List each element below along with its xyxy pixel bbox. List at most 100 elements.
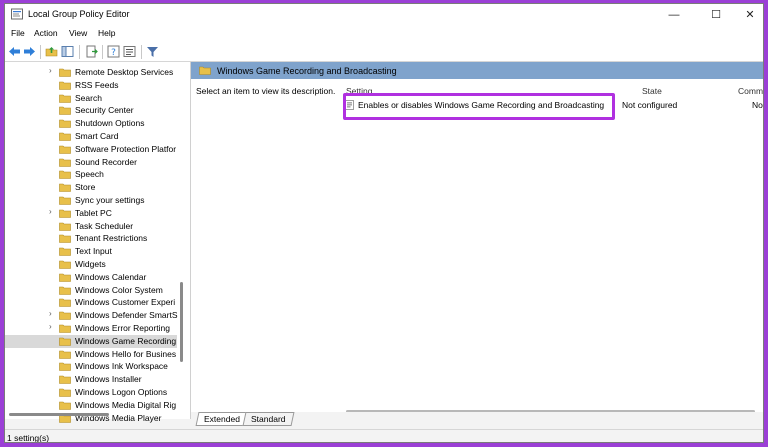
tree-item[interactable]: Speech: [5, 168, 177, 181]
tree-item-label: Windows Installer: [75, 374, 142, 385]
properties-icon[interactable]: [123, 45, 136, 58]
folder-icon: [59, 311, 71, 320]
folder-icon: [59, 94, 71, 103]
tree-item[interactable]: Windows Installer: [5, 373, 177, 386]
chevron-right-icon[interactable]: ›: [49, 207, 52, 216]
tree-item-label: Smart Card: [75, 131, 119, 141]
tree-item[interactable]: Search: [5, 92, 177, 105]
tree-item-label: Sound Recorder: [75, 156, 137, 167]
tree-item-label: Windows Defender SmartS: [75, 310, 178, 321]
back-icon[interactable]: [8, 45, 21, 58]
status-bar: 1 setting(s): [5, 429, 763, 443]
tree-item[interactable]: Windows Media Digital Rig: [5, 399, 177, 412]
folder-icon: [59, 299, 71, 308]
folder-icon: [59, 196, 71, 205]
folder-icon: [59, 145, 71, 154]
minimize-button[interactable]: —: [656, 4, 692, 25]
tree-item-label: Tenant Restrictions: [75, 233, 148, 244]
tree-item[interactable]: Widgets: [5, 258, 177, 271]
tree-item[interactable]: Windows Calendar: [5, 271, 177, 284]
chevron-right-icon[interactable]: ›: [49, 309, 52, 318]
menu-bar: File Action View Help: [5, 25, 763, 42]
filter-icon[interactable]: [146, 45, 159, 58]
close-button[interactable]: ✕: [732, 4, 763, 25]
folder-icon: [59, 363, 71, 372]
toolbar: ?: [5, 42, 763, 62]
tab-standard[interactable]: Standard: [242, 412, 294, 426]
tree-item[interactable]: › Tablet PC: [5, 207, 177, 220]
tree-item[interactable]: Sound Recorder: [5, 156, 177, 169]
tree-item[interactable]: Windows Ink Workspace: [5, 360, 177, 373]
folder-icon: [59, 375, 71, 384]
tree-item[interactable]: RSS Feeds: [5, 79, 177, 92]
tree-item[interactable]: › Remote Desktop Services: [5, 66, 177, 79]
details-pane: Windows Game Recording and Broadcasting …: [191, 62, 763, 419]
tree-pane: › Remote Desktop Services RSS Feeds Search S…: [5, 62, 191, 423]
tree-item[interactable]: Security Center: [5, 104, 177, 117]
status-text: 1 setting(s): [7, 433, 50, 443]
tree-item[interactable]: Windows Hello for Busines: [5, 348, 177, 361]
group-policy-app-icon: [11, 8, 23, 20]
tree-item[interactable]: › Windows Error Reporting: [5, 322, 177, 335]
tree-item-label: Shutdown Options: [75, 118, 145, 129]
tree-item[interactable]: Windows Color System: [5, 284, 177, 297]
column-header-comment[interactable]: Comm: [738, 86, 763, 96]
tree-item[interactable]: Task Scheduler: [5, 220, 177, 233]
tree-item-label: Windows Calendar: [75, 271, 147, 282]
menu-help[interactable]: Help: [98, 28, 115, 38]
forward-icon[interactable]: [23, 45, 36, 58]
tree-horizontal-scroll-thumb[interactable]: [9, 413, 109, 416]
tree-item-label: Text Input: [75, 246, 112, 257]
folder-icon: [59, 324, 71, 333]
tree-item[interactable]: Tenant Restrictions: [5, 232, 177, 245]
tree-scroll-thumb[interactable]: [180, 282, 183, 362]
tab-extended[interactable]: Extended: [195, 412, 249, 426]
tree-item[interactable]: Shutdown Options: [5, 117, 177, 130]
maximize-button[interactable]: ☐: [698, 4, 734, 25]
export-list-icon[interactable]: [85, 45, 98, 58]
view-tabs: Extended Standard: [191, 412, 763, 428]
tree-item-label: Speech: [75, 169, 104, 180]
folder-up-icon[interactable]: [45, 45, 58, 58]
setting-row[interactable]: Enables or disables Windows Game Recordi…: [341, 98, 763, 112]
tree-item[interactable]: Software Protection Platfor: [5, 143, 177, 156]
tree-item-label: Remote Desktop Services: [75, 67, 174, 77]
menu-action[interactable]: Action: [34, 28, 58, 38]
toolbar-separator: [141, 45, 142, 59]
help-icon[interactable]: ?: [107, 45, 120, 58]
tree-item-label: RSS Feeds: [75, 79, 119, 90]
title-bar: Local Group Policy Editor — ☐ ✕: [5, 4, 763, 25]
details-header: Windows Game Recording and Broadcasting: [191, 62, 763, 79]
tree-item[interactable]: Sync your settings: [5, 194, 177, 207]
column-header-setting[interactable]: Setting: [346, 86, 372, 96]
folder-icon: [59, 235, 71, 244]
tree-item-label: Windows Customer Experi: [75, 297, 176, 308]
tree-item[interactable]: Text Input: [5, 245, 177, 258]
window: Local Group Policy Editor — ☐ ✕ File Act…: [4, 3, 764, 443]
folder-icon: [59, 68, 71, 77]
policy-setting-icon: [345, 100, 354, 110]
tree-item[interactable]: › Windows Defender SmartS: [5, 309, 178, 322]
folder-icon: [59, 273, 71, 282]
column-header-state[interactable]: State: [642, 86, 662, 96]
folder-icon: [59, 388, 71, 397]
tree-item[interactable]: Windows Logon Options: [5, 386, 177, 399]
setting-state: Not configured: [622, 100, 678, 110]
menu-file[interactable]: File: [11, 28, 25, 38]
tree-item[interactable]: Store: [5, 181, 177, 194]
tree-item-label: Search: [75, 92, 102, 103]
menu-view[interactable]: View: [69, 28, 87, 38]
tree-item[interactable]: Windows Customer Experi: [5, 296, 177, 309]
folder-icon: [59, 158, 71, 167]
folder-icon: [59, 247, 71, 256]
show-hide-tree-icon[interactable]: [61, 45, 74, 58]
tree-item[interactable]: Windows Game Recording: [5, 334, 177, 348]
tree-item-label: Security Center: [75, 105, 134, 116]
tree-item[interactable]: Smart Card: [5, 130, 177, 143]
description-prompt: Select an item to view its description.: [196, 86, 336, 96]
tree-item-label: Tablet PC: [75, 207, 112, 218]
chevron-right-icon[interactable]: ›: [49, 322, 52, 331]
folder-icon: [59, 107, 71, 116]
chevron-right-icon[interactable]: ›: [49, 66, 52, 75]
details-header-title: Windows Game Recording and Broadcasting: [217, 66, 397, 76]
